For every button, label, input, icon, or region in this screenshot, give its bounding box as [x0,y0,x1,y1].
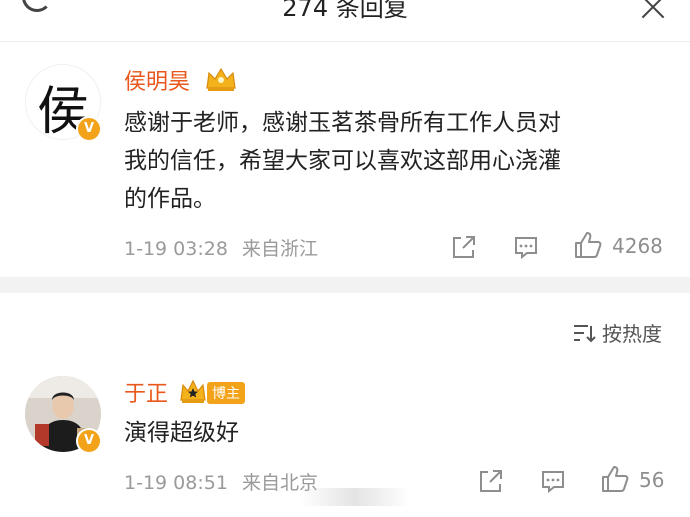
comment-location: 来自浙江 [241,238,318,260]
sort-toggle[interactable]: 按热度 [572,318,662,347]
sort-label: 按热度 [602,322,662,346]
reply-count-title: 274 条回复 [282,0,408,22]
comment-text: 感谢于老师，感谢玉茗茶骨所有工作人员对 我的信任，希望大家可以喜欢这部用心浇灌 … [124,104,561,218]
share-icon[interactable] [478,468,504,494]
vip-crown-icon [206,67,236,91]
share-icon[interactable] [451,234,477,260]
comment-date: 1-19 08:51 [124,472,228,494]
comment-line: 的作品。 [124,186,216,212]
reply-header: 274 条回复 [0,0,690,42]
verified-badge-icon: V [76,428,102,454]
comment-meta: 1-19 08:51 来自北京 [124,468,318,495]
commenter-name[interactable]: 侯明昊 [124,64,190,96]
like-icon[interactable] [573,230,603,260]
close-icon[interactable] [640,0,666,20]
watermark [300,488,410,506]
comment-icon[interactable] [513,234,539,260]
vip-crown-icon [180,379,206,403]
comment-icon[interactable] [540,468,566,494]
like-count: 4268 [612,234,663,258]
comment-meta: 1-19 03:28 来自浙江 [124,234,318,261]
comment-line: 感谢于老师，感谢玉茗茶骨所有工作人员对 [124,110,561,136]
sort-icon [573,325,596,343]
like-count: 56 [639,468,665,492]
author-badge: 博主 [207,382,245,404]
comment-line: 演得超级好 [124,420,239,446]
like-icon[interactable] [600,464,630,494]
verified-badge-icon: V [76,116,102,142]
comment-line: 我的信任，希望大家可以喜欢这部用心浇灌 [124,148,561,174]
section-separator [0,277,690,293]
comment-date: 1-19 03:28 [124,238,228,260]
comment-text: 演得超级好 [124,414,239,452]
commenter-name[interactable]: 于正 [124,376,168,408]
